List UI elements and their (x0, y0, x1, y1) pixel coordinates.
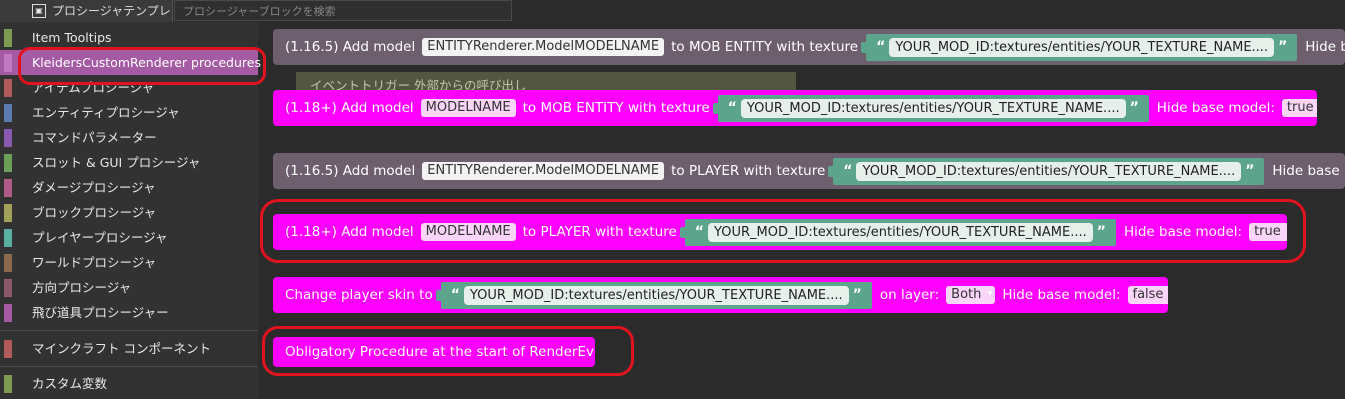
category-label: プレイヤープロシージャ (32, 230, 168, 245)
category-command-parameters[interactable]: コマンドパラメーター (0, 125, 258, 150)
category-player-procedures[interactable]: プレイヤープロシージャ (0, 225, 258, 250)
block-add-model-mob-118[interactable]: (1.18+) Add model MODELNAME to MOB ENTIT… (273, 90, 1317, 126)
block-text: to PLAYER with texture (671, 163, 826, 179)
category-color-bar (4, 229, 12, 247)
hide-base-model-dropdown[interactable]: false (1127, 286, 1168, 304)
block-add-model-player-1165[interactable]: (1.16.5) Add model ENTITYRenderer.ModelM… (273, 153, 1345, 189)
quote-close-icon: ” (1129, 100, 1139, 116)
texture-string-block[interactable]: “YOUR_MOD_ID:textures/entities/YOUR_TEXT… (861, 33, 1298, 61)
category-label: エンティティプロシージャ (32, 105, 180, 120)
category-color-bar (4, 254, 12, 272)
block-text: to MOB ENTITY with texture (522, 100, 710, 116)
category-label: 飛び道具プロシージャー (32, 305, 169, 320)
block-connector (287, 277, 305, 278)
block-search-input[interactable]: プロシージャーブロックを検索 (174, 0, 512, 21)
quote-open-icon: “ (876, 39, 886, 55)
category-projectile-procedures[interactable]: 飛び道具プロシージャー (0, 300, 258, 325)
category-label: カスタム変数 (32, 376, 108, 391)
category-minecraft-components[interactable]: マインクラフト コンポーネント (0, 336, 258, 361)
highlight-player-block (260, 199, 1306, 263)
category-color-bar (4, 179, 12, 197)
category-damage-procedures[interactable]: ダメージプロシージャ (0, 175, 258, 200)
highlight-obligatory-block (262, 326, 634, 376)
template-icon: ▣ (32, 4, 46, 18)
hide-base-model-dropdown[interactable]: true (1281, 99, 1317, 117)
category-color-bar (4, 54, 12, 72)
quote-close-icon: ” (1245, 163, 1255, 179)
category-color-bar (4, 375, 12, 393)
category-label: マインクラフト コンポーネント (32, 341, 211, 356)
block-text: Hide base (1272, 163, 1340, 179)
texture-string-block[interactable]: “YOUR_MOD_ID:textures/entities/YOUR_TEXT… (435, 281, 872, 309)
block-connector (287, 29, 305, 30)
texture-string-block[interactable]: “YOUR_MOD_ID:textures/entities/YOUR_TEXT… (828, 157, 1265, 185)
block-text: (1.16.5) Add model (285, 163, 416, 179)
texture-path-field[interactable]: YOUR_MOD_ID:textures/entities/YOUR_TEXTU… (463, 285, 849, 305)
category-color-bar (4, 279, 12, 297)
category-label: 方向プロシージャ (32, 280, 132, 295)
category-entity-procedures[interactable]: エンティティプロシージャ (0, 100, 258, 125)
category-label: ワールドプロシージャ (32, 255, 157, 270)
block-connector (287, 90, 305, 91)
texture-path-field[interactable]: YOUR_MOD_ID:textures/entities/YOUR_TEXTU… (856, 161, 1242, 181)
block-text: (1.18+) Add model (285, 100, 414, 116)
category-color-bar (4, 304, 12, 322)
block-text: Hide base model: (1156, 100, 1275, 116)
category-direction-procedures[interactable]: 方向プロシージャ (0, 275, 258, 300)
texture-string-block[interactable]: “YOUR_MOD_ID:textures/entities/YOUR_TEXT… (712, 94, 1149, 122)
category-color-bar (4, 79, 12, 97)
block-text: Change player skin to (285, 287, 433, 303)
category-color-bar (4, 204, 12, 222)
block-add-model-mob-1165[interactable]: (1.16.5) Add model ENTITYRenderer.ModelM… (273, 29, 1345, 65)
texture-path-field[interactable]: YOUR_MOD_ID:textures/entities/YOUR_TEXTU… (740, 98, 1126, 118)
category-color-bar (4, 129, 12, 147)
block-text: on layer: (879, 287, 940, 303)
quote-close-icon: ” (1278, 39, 1288, 55)
model-name-field[interactable]: ENTITYRenderer.ModelMODELNAME (422, 162, 665, 180)
category-label: ブロックプロシージャ (32, 205, 157, 220)
block-text: Hide base model: (1002, 287, 1121, 303)
category-label: スロット & GUI プロシージャ (32, 155, 201, 170)
block-connector (287, 153, 305, 154)
quote-open-icon: “ (843, 163, 853, 179)
model-name-field[interactable]: MODELNAME (420, 99, 516, 117)
block-text: (1.16.5) Add model (285, 39, 416, 55)
category-block-procedures[interactable]: ブロックプロシージャ (0, 200, 258, 225)
block-text: Hide b (1305, 39, 1345, 55)
category-color-bar (4, 104, 12, 122)
quote-close-icon: ” (852, 287, 862, 303)
sidebar-divider (0, 366, 258, 367)
category-world-procedures[interactable]: ワールドプロシージャ (0, 250, 258, 275)
texture-path-field[interactable]: YOUR_MOD_ID:textures/entities/YOUR_TEXTU… (889, 37, 1275, 57)
quote-open-icon: “ (727, 100, 737, 116)
category-label: ダメージプロシージャ (32, 180, 156, 195)
top-bar: ▣ プロシージャテンプレート プロシージャーブロックを検索 (0, 0, 1345, 40)
highlight-selected-category (18, 47, 266, 85)
block-change-player-skin[interactable]: Change player skin to “YOUR_MOD_ID:textu… (273, 277, 1168, 313)
category-slot-gui-procedures[interactable]: スロット & GUI プロシージャ (0, 150, 258, 175)
category-color-bar (4, 154, 12, 172)
sidebar-divider (0, 330, 258, 331)
layer-dropdown[interactable]: Both (946, 285, 996, 304)
quote-open-icon: “ (450, 287, 460, 303)
model-name-field[interactable]: ENTITYRenderer.ModelMODELNAME (422, 38, 665, 56)
category-color-bar (4, 29, 12, 47)
category-color-bar (4, 340, 12, 358)
block-text: to MOB ENTITY with texture (671, 39, 859, 55)
category-custom-variables[interactable]: カスタム変数 (0, 371, 258, 396)
category-label: コマンドパラメーター (32, 130, 157, 145)
procedure-templates-tab[interactable]: ▣ プロシージャテンプレート (0, 0, 173, 40)
